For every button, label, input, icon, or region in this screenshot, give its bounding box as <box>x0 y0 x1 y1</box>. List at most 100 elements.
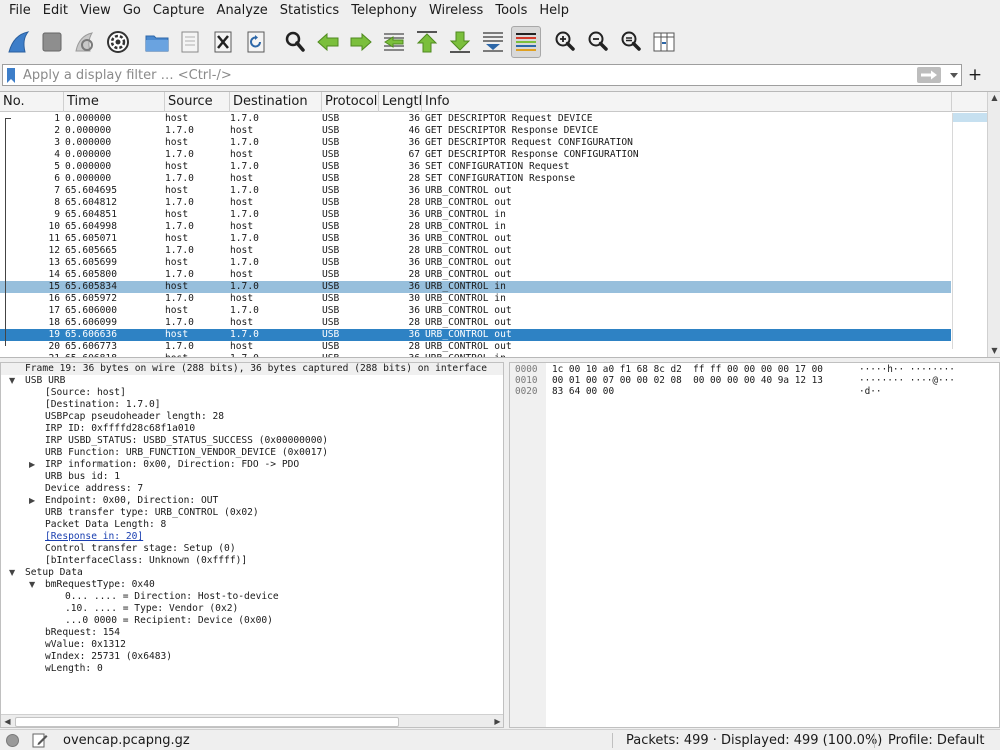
column-header-length[interactable]: Length <box>379 92 422 112</box>
packet-row[interactable]: 15 65.605834 host 1.7.0 USB 36 URB_CONTROL in <box>0 281 951 293</box>
detail-field[interactable]: IRP ID: 0xffffd28c68f1a010 <box>45 423 195 435</box>
packet-row[interactable]: 2 0.000000 1.7.0 host USB 46 GET DESCRIPTOR Re… <box>0 125 951 137</box>
detail-field[interactable]: 0... .... = Direction: Host-to-device <box>65 591 279 603</box>
expanded-arrow-icon[interactable]: ▼ <box>9 375 15 387</box>
packet-minimap[interactable] <box>952 113 987 349</box>
response-link[interactable]: [Response in: 20] <box>45 531 143 543</box>
detail-field[interactable]: URB transfer type: URB_CONTROL (0x02) <box>45 507 259 519</box>
packet-row[interactable]: 4 0.000000 1.7.0 host USB 67 GET DESCRIPTOR Re… <box>0 149 951 161</box>
menu-help[interactable]: Help <box>533 0 575 22</box>
add-filter-button[interactable]: + <box>966 64 984 86</box>
packet-row[interactable]: 13 65.605699 host 1.7.0 USB 36 URB_CONTROL out <box>0 257 951 269</box>
detail-field[interactable]: [Destination: 1.7.0] <box>45 399 161 411</box>
scroll-left-icon[interactable]: ◀ <box>1 716 14 727</box>
detail-field[interactable]: bRequest: 154 <box>45 627 120 639</box>
detail-field[interactable]: Control transfer stage: Setup (0) <box>45 543 236 555</box>
menu-statistics[interactable]: Statistics <box>274 0 345 22</box>
detail-field[interactable]: USBPcap pseudoheader length: 28 <box>45 411 224 423</box>
stop-capture-button[interactable] <box>37 26 67 58</box>
zoom-in-button[interactable] <box>550 26 580 58</box>
packet-row[interactable]: 3 0.000000 host 1.7.0 USB 36 GET DESCRIPTOR Re… <box>0 137 951 149</box>
column-header-time[interactable]: Time <box>64 92 165 112</box>
packet-row[interactable]: 7 65.604695 host 1.7.0 USB 36 URB_CONTROL out <box>0 185 951 197</box>
packet-row[interactable]: 2165.606818host1.7.0USB36URB_CONTROL in <box>0 353 951 357</box>
close-file-button[interactable] <box>208 26 238 58</box>
detail-field[interactable]: Endpoint: 0x00, Direction: OUT <box>45 495 218 507</box>
detail-field[interactable]: wValue: 0x1312 <box>45 639 126 651</box>
detail-field[interactable]: wLength: 0 <box>45 663 103 675</box>
byte-hex[interactable]: 1c 00 10 a0 f1 68 8c d2 ff ff 00 00 00 0… <box>552 364 823 375</box>
filter-bookmark-button[interactable] <box>3 65 19 85</box>
byte-hex[interactable]: 00 01 00 07 00 00 02 08 00 00 00 00 40 9… <box>552 375 823 386</box>
detail-field[interactable]: [Source: host] <box>45 387 126 399</box>
packet-row[interactable]: 6 0.000000 1.7.0 host USB 28 SET CONFIGURATION… <box>0 173 951 185</box>
expanded-arrow-icon[interactable]: ▼ <box>29 579 35 591</box>
column-header-no[interactable]: No. <box>0 92 64 112</box>
display-filter-input[interactable] <box>19 66 917 84</box>
normal-size-button[interactable] <box>616 26 646 58</box>
menu-edit[interactable]: Edit <box>37 0 74 22</box>
column-header-info[interactable]: Info <box>422 92 952 112</box>
menu-go[interactable]: Go <box>117 0 147 22</box>
detail-field[interactable]: wIndex: 25731 (0x6483) <box>45 651 172 663</box>
detail-field[interactable]: .10. .... = Type: Vendor (0x2) <box>65 603 238 615</box>
last-packet-button[interactable] <box>445 26 475 58</box>
packet-list-scrollbar[interactable]: ▲ ▼ <box>987 92 1000 357</box>
menu-capture[interactable]: Capture <box>147 0 211 22</box>
byte-ascii[interactable]: ·····h·· ········ <box>859 364 955 375</box>
capture-comment-icon[interactable] <box>32 732 48 748</box>
menu-telephony[interactable]: Telephony <box>345 0 423 22</box>
capture-options-button[interactable] <box>103 26 133 58</box>
scroll-right-icon[interactable]: ▶ <box>491 716 503 727</box>
packet-row[interactable]: 19 65.606636 host 1.7.0 USB 36 URB_CONTROL out <box>0 329 951 341</box>
detail-field[interactable]: Setup Data <box>25 567 83 579</box>
filter-history-dropdown[interactable] <box>947 72 961 78</box>
packet-row[interactable]: 18 65.606099 1.7.0 host USB 28 URB_CONTROL out <box>0 317 951 329</box>
collapsed-arrow-icon[interactable]: ▶ <box>29 459 35 471</box>
apply-filter-button[interactable] <box>917 67 941 83</box>
menu-analyze[interactable]: Analyze <box>211 0 274 22</box>
detail-field[interactable]: Packet Data Length: 8 <box>45 519 166 531</box>
packet-row[interactable]: 10 65.604998 1.7.0 host USB 28 URB_CONTROL in <box>0 221 951 233</box>
detail-field[interactable]: URB bus id: 1 <box>45 471 120 483</box>
menu-tools[interactable]: Tools <box>489 0 533 22</box>
autoscroll-button[interactable] <box>478 26 508 58</box>
packet-row[interactable]: 11 65.605071 host 1.7.0 USB 36 URB_CONTROL out <box>0 233 951 245</box>
detail-field[interactable]: USB URB <box>25 375 65 387</box>
colorize-button[interactable] <box>511 26 541 58</box>
byte-hex[interactable]: 83 64 00 00 <box>552 386 614 397</box>
packet-row[interactable]: 20 65.606773 1.7.0 host USB 28 URB_CONTROL out <box>0 341 951 353</box>
column-header-protocol[interactable]: Protocol <box>322 92 379 112</box>
open-file-button[interactable] <box>142 26 172 58</box>
restart-capture-button[interactable] <box>70 26 100 58</box>
detail-field[interactable]: Frame 19: 36 bytes on wire (288 bits), 3… <box>1 363 503 375</box>
packet-row[interactable]: 17 65.606000 host 1.7.0 USB 36 URB_CONTROL out <box>0 305 951 317</box>
detail-field[interactable]: IRP information: 0x00, Direction: FDO ->… <box>45 459 299 471</box>
details-scroll-thumb[interactable] <box>15 717 399 727</box>
go-forward-button[interactable] <box>346 26 376 58</box>
packet-row[interactable]: 16 65.605972 1.7.0 host USB 30 URB_CONTROL in <box>0 293 951 305</box>
menu-wireless[interactable]: Wireless <box>423 0 489 22</box>
start-capture-button[interactable] <box>4 26 34 58</box>
expanded-arrow-icon[interactable]: ▼ <box>9 567 15 579</box>
expert-info-icon[interactable] <box>6 734 19 747</box>
scroll-down-icon[interactable]: ▼ <box>988 345 1000 357</box>
first-packet-button[interactable] <box>412 26 442 58</box>
go-to-packet-button[interactable] <box>379 26 409 58</box>
details-horizontal-scrollbar[interactable]: ◀ ▶ <box>1 714 503 727</box>
scroll-up-icon[interactable]: ▲ <box>988 92 1000 104</box>
packet-row[interactable]: 9 65.604851 host 1.7.0 USB 36 URB_CONTROL in <box>0 209 951 221</box>
resize-columns-button[interactable] <box>649 26 679 58</box>
reload-file-button[interactable] <box>241 26 271 58</box>
go-back-button[interactable] <box>313 26 343 58</box>
detail-field[interactable]: Device address: 7 <box>45 483 143 495</box>
detail-field[interactable]: URB Function: URB_FUNCTION_VENDOR_DEVICE… <box>45 447 328 459</box>
column-header-source[interactable]: Source <box>165 92 230 112</box>
packet-row[interactable]: 8 65.604812 1.7.0 host USB 28 URB_CONTROL out <box>0 197 951 209</box>
collapsed-arrow-icon[interactable]: ▶ <box>29 495 35 507</box>
byte-ascii[interactable]: ·d·· <box>859 386 882 397</box>
menu-file[interactable]: File <box>3 0 37 22</box>
detail-field[interactable]: bmRequestType: 0x40 <box>45 579 155 591</box>
detail-field[interactable]: [bInterfaceClass: Unknown (0xffff)] <box>45 555 247 567</box>
find-packet-button[interactable] <box>280 26 310 58</box>
